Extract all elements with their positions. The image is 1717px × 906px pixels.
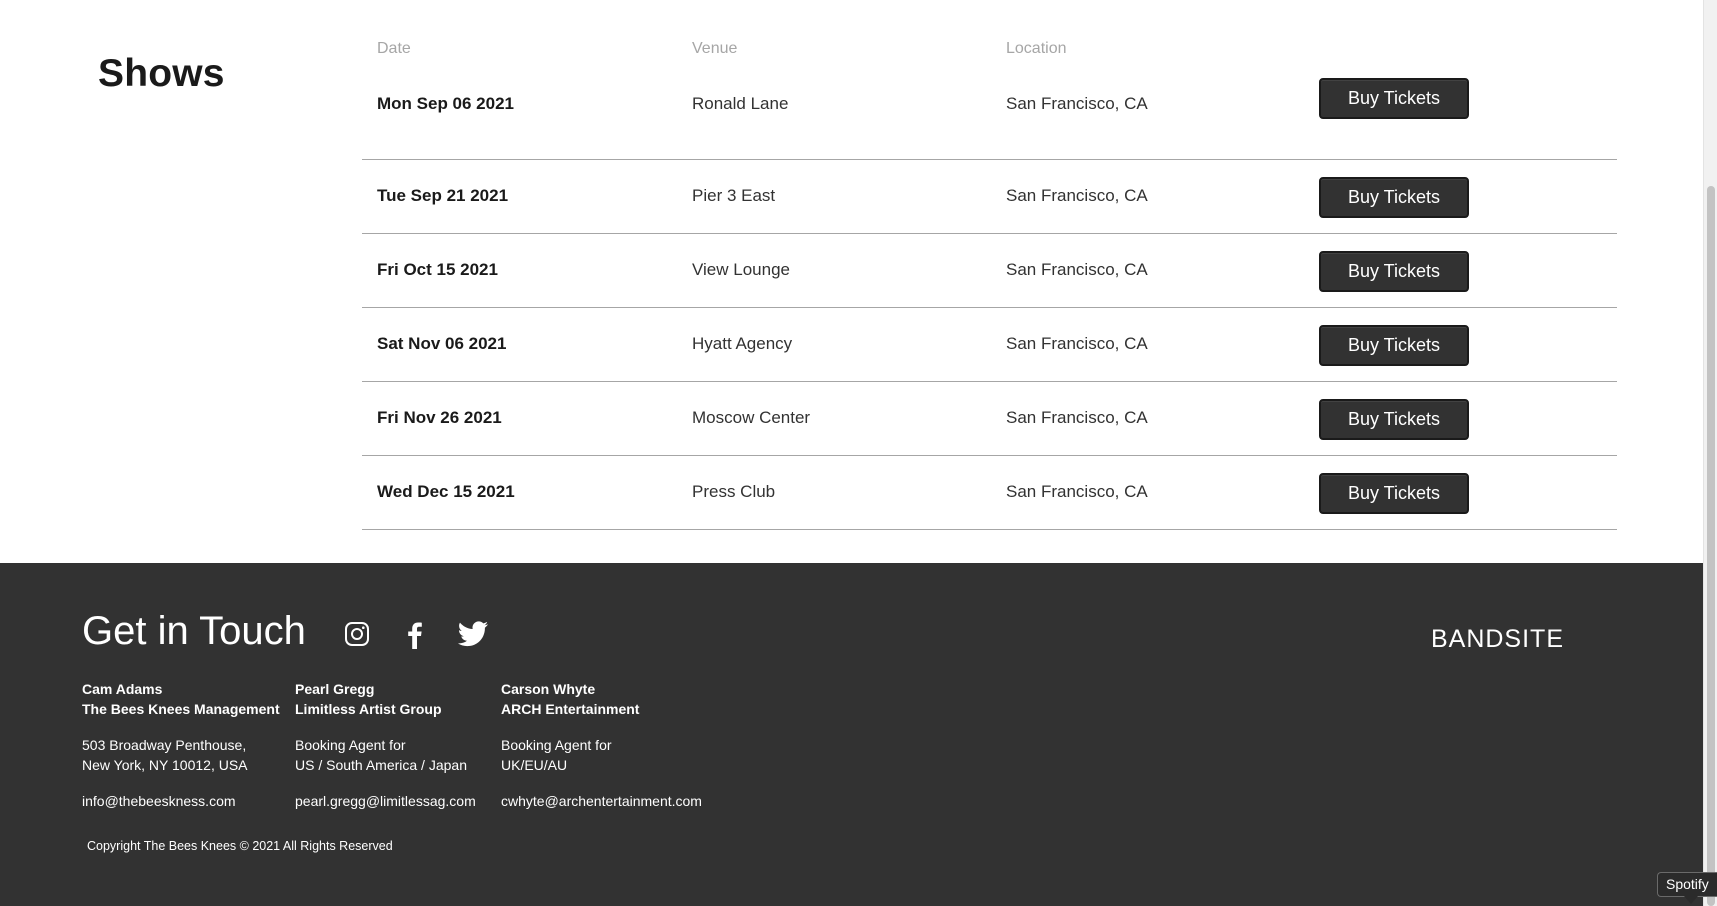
buy-tickets-button[interactable]: Buy Tickets [1319,325,1469,366]
show-date: Fri Oct 15 2021 [377,260,498,279]
buy-tickets-button[interactable]: Buy Tickets [1319,251,1469,292]
contact-name: Pearl Gregg [295,681,375,697]
show-location: San Francisco, CA [1006,408,1148,427]
contact-line: New York, NY 10012, USA [82,757,248,773]
show-row: Mon Sep 06 2021 Ronald Lane San Francisc… [362,60,1617,160]
show-date: Wed Dec 15 2021 [377,482,515,501]
contact-email-link[interactable]: pearl.gregg@limitlessag.com [295,791,476,811]
show-date: Tue Sep 21 2021 [377,186,509,205]
show-row: Tue Sep 21 2021 Pier 3 East San Francisc… [362,160,1617,234]
show-row: Fri Oct 15 2021 View Lounge San Francisc… [362,234,1617,308]
contact-email-link[interactable]: cwhyte@archentertainment.com [501,791,702,811]
contact-name: Cam Adams [82,681,163,697]
show-venue: Ronald Lane [692,94,789,113]
header-date: Date [377,40,411,57]
show-location: San Francisco, CA [1006,186,1148,205]
contact-org: The Bees Knees Management [82,701,280,717]
show-location: San Francisco, CA [1006,260,1148,279]
show-date: Sat Nov 06 2021 [377,334,507,353]
contact-name: Carson Whyte [501,681,596,697]
contact-org: Limitless Artist Group [295,701,442,717]
show-venue: Press Club [692,482,776,501]
show-row: Fri Nov 26 2021 Moscow Center San Franci… [362,382,1617,456]
buy-tickets-button[interactable]: Buy Tickets [1319,177,1469,218]
show-venue: View Lounge [692,260,790,279]
contact-line: 503 Broadway Penthouse, [82,737,247,753]
show-venue: Moscow Center [692,408,811,427]
buy-tickets-button[interactable]: Buy Tickets [1319,399,1469,440]
contact-email-link[interactable]: info@thebeeskness.com [82,791,280,811]
show-date: Fri Nov 26 2021 [377,408,502,427]
header-venue: Venue [692,40,738,57]
tooltip-arrow [1684,896,1698,904]
shows-title: Shows [98,52,225,95]
facebook-icon[interactable] [398,617,432,651]
scrollbar-thumb[interactable] [1707,186,1715,906]
show-location: San Francisco, CA [1006,94,1148,113]
brand-logo[interactable]: BANDSITE [1431,625,1564,654]
show-date: Mon Sep 06 2021 [377,94,515,113]
show-location: San Francisco, CA [1006,334,1148,353]
footer-title: Get in Touch [82,609,306,653]
contact-block: Pearl Gregg Limitless Artist Group Booki… [295,679,476,811]
show-venue: Hyatt Agency [692,334,793,353]
copyright-text: Copyright The Bees Knees © 2021 All Righ… [87,839,393,853]
header-location: Location [1006,40,1067,57]
buy-tickets-button[interactable]: Buy Tickets [1319,473,1469,514]
twitter-icon[interactable] [456,617,490,651]
contact-org: ARCH Entertainment [501,701,640,717]
instagram-icon[interactable] [340,617,374,651]
contact-line: Booking Agent for [295,737,406,753]
shows-section: Shows Date Venue Location Mon Sep 06 202… [0,0,1703,563]
contact-line: UK/EU/AU [501,757,568,773]
show-row: Sat Nov 06 2021 Hyatt Agency San Francis… [362,308,1617,382]
vertical-scrollbar[interactable] [1703,0,1717,906]
spotify-tooltip: Spotify [1657,872,1717,897]
show-location: San Francisco, CA [1006,482,1148,501]
footer: Get in Touch BANDSITE Cam Adams The Bees… [0,563,1703,906]
contact-line: US / South America / Japan [295,757,467,773]
shows-table-header: Date Venue Location [362,40,1617,60]
contact-block: Carson Whyte ARCH Entertainment Booking … [501,679,702,811]
contact-line: Booking Agent for [501,737,612,753]
contact-block: Cam Adams The Bees Knees Management 503 … [82,679,280,811]
buy-tickets-button[interactable]: Buy Tickets [1319,78,1469,119]
show-row: Wed Dec 15 2021 Press Club San Francisco… [362,456,1617,530]
show-venue: Pier 3 East [692,186,776,205]
